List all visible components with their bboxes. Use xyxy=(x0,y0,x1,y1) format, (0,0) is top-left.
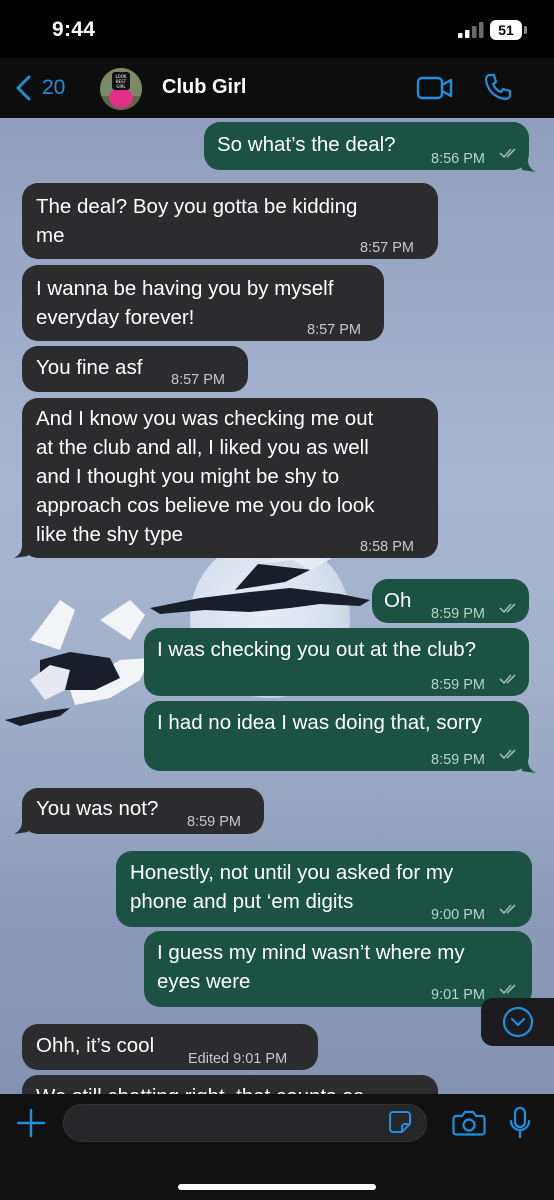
bubble-tail xyxy=(522,158,536,172)
message-text: at the club and all, I liked you as well xyxy=(36,436,369,459)
message-text: me xyxy=(36,224,65,247)
message-time: 9:00 PM xyxy=(431,907,485,923)
message-time: 8:59 PM xyxy=(431,606,485,622)
message-bubble-outgoing[interactable]: So what’s the deal? 8:56 PM xyxy=(204,122,536,172)
avatar[interactable]: LOOK BEST GIRL xyxy=(100,68,142,110)
chat-header: 20 LOOK BEST GIRL Club Girl xyxy=(0,58,554,118)
message-bubble-outgoing[interactable]: I had no idea I was doing that, sorry 8:… xyxy=(144,701,536,773)
message-text: Honestly, not until you asked for my xyxy=(130,861,454,884)
message-text: I guess my mind wasn’t where my xyxy=(157,941,465,964)
message-text: Oh xyxy=(384,589,412,612)
svg-text:GIRL: GIRL xyxy=(116,84,126,89)
message-time: 8:59 PM xyxy=(431,677,485,693)
message-bubble-incoming[interactable]: Ohh, it’s cool Edited 9:01 PM xyxy=(22,1024,318,1070)
message-text: You fine asf xyxy=(36,356,143,379)
message-time: 8:57 PM xyxy=(360,240,414,256)
status-bar: 9:44 51 xyxy=(0,0,554,58)
message-text: The deal? Boy you gotta be kidding xyxy=(36,195,358,218)
message-text: and I thought you might be shy to xyxy=(36,465,340,488)
message-text: phone and put ‘em digits xyxy=(130,890,354,913)
read-receipt-icon xyxy=(499,674,516,685)
message-text: like the shy type xyxy=(36,523,183,546)
cellular-signal-icon xyxy=(458,22,484,38)
battery-indicator: 51 xyxy=(490,20,528,40)
message-bubble-incoming[interactable]: We still chatting right, that counts as xyxy=(22,1075,438,1094)
message-bubble-outgoing[interactable]: Honestly, not until you asked for my pho… xyxy=(116,851,532,927)
message-text: I was checking you out at the club? xyxy=(157,638,477,661)
message-bubble-outgoing[interactable]: Oh 8:59 PM xyxy=(372,579,529,623)
microphone-icon[interactable] xyxy=(508,1106,532,1140)
message-text: approach cos believe me you do look xyxy=(36,494,375,517)
chevron-down-circle-icon xyxy=(502,1006,534,1038)
message-text: And I know you was checking me out xyxy=(36,407,374,430)
message-bubble-incoming[interactable]: You fine asf 8:57 PM xyxy=(22,346,248,392)
sticker-icon[interactable] xyxy=(388,1110,412,1134)
message-bubble-outgoing[interactable]: I was checking you out at the club? 8:59… xyxy=(144,628,529,696)
avatar-image: LOOK BEST GIRL xyxy=(100,68,142,110)
message-text: I wanna be having you by myself xyxy=(36,277,334,300)
message-time: 8:59 PM xyxy=(431,752,485,768)
battery-level: 51 xyxy=(498,22,514,38)
contact-name[interactable]: Club Girl xyxy=(162,76,246,99)
camera-icon[interactable] xyxy=(452,1109,486,1137)
message-text: everyday forever! xyxy=(36,306,195,329)
message-text: I had no idea I was doing that, sorry xyxy=(157,711,482,734)
read-receipt-icon xyxy=(499,749,516,760)
read-receipt-icon xyxy=(499,148,516,159)
scroll-to-bottom-button[interactable] xyxy=(481,998,554,1046)
message-text: So what’s the deal? xyxy=(217,133,396,156)
chevron-left-icon xyxy=(16,75,31,101)
message-time: 8:56 PM xyxy=(431,151,485,167)
video-camera-icon[interactable] xyxy=(416,75,454,101)
message-text: eyes were xyxy=(157,970,251,993)
message-time: Edited 9:01 PM xyxy=(188,1051,288,1067)
read-receipt-icon xyxy=(499,984,516,995)
message-text: We still chatting right, that counts as xyxy=(36,1082,364,1094)
phone-icon[interactable] xyxy=(483,72,513,102)
battery-cap xyxy=(524,26,527,34)
message-list[interactable]: So what’s the deal? 8:56 PM The deal? Bo… xyxy=(0,118,554,1094)
home-indicator xyxy=(178,1184,376,1190)
message-input[interactable] xyxy=(63,1104,427,1142)
back-button[interactable]: 20 xyxy=(14,70,65,106)
message-text: Ohh, it’s cool xyxy=(36,1034,155,1057)
message-bubble-incoming[interactable]: I wanna be having you by myself everyday… xyxy=(22,265,384,341)
message-bubble-outgoing[interactable]: I guess my mind wasn’t where my eyes wer… xyxy=(144,931,532,1007)
message-bubble-incoming[interactable]: The deal? Boy you gotta be kidding me 8:… xyxy=(22,183,438,259)
message-time: 8:57 PM xyxy=(171,372,225,388)
unread-count: 20 xyxy=(42,76,66,99)
bubble-tail xyxy=(14,820,28,834)
message-time: 8:57 PM xyxy=(307,322,361,338)
message-text: You was not? xyxy=(36,797,159,820)
message-time: 8:59 PM xyxy=(187,814,241,830)
read-receipt-icon xyxy=(499,904,516,915)
bubble-tail xyxy=(522,759,536,773)
bubble-tail xyxy=(14,544,28,558)
status-time: 9:44 xyxy=(52,18,96,41)
message-time: 9:01 PM xyxy=(431,987,485,1003)
message-bubble-incoming[interactable]: And I know you was checking me out at th… xyxy=(14,398,438,558)
read-receipt-icon xyxy=(499,603,516,614)
message-time: 8:58 PM xyxy=(360,539,414,555)
message-bubble-incoming[interactable]: You was not? 8:59 PM xyxy=(14,788,264,834)
plus-icon[interactable] xyxy=(16,1108,46,1138)
